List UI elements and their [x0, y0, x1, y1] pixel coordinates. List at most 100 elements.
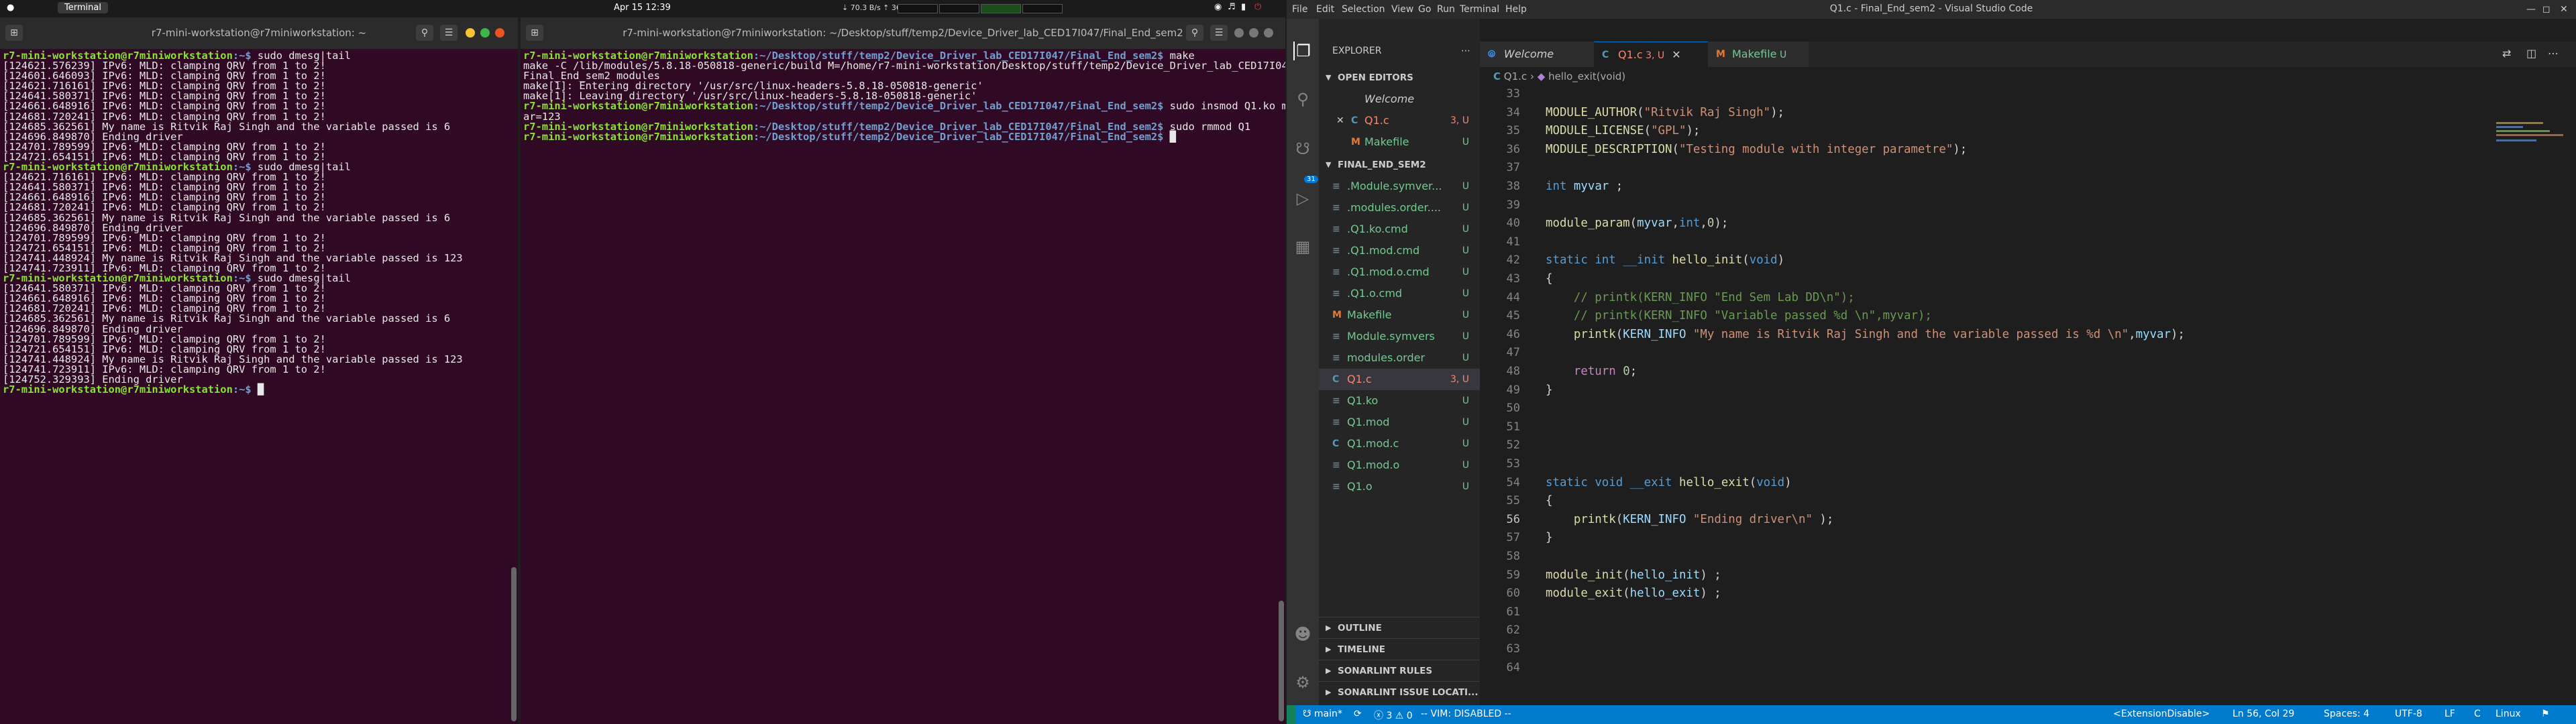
line-number: 60 [1506, 587, 1520, 601]
battery-icon[interactable]: ▮ [1241, 2, 1246, 12]
maximize-icon[interactable] [480, 28, 490, 38]
line-number: 53 [1506, 457, 1520, 471]
sidebar-section-sonarlint[interactable]: ▶ SONARLINT ISSUE LOCATI... [1319, 681, 1480, 703]
close-icon[interactable]: ✕ [1336, 110, 1344, 131]
code-editor[interactable]: 33 34 MODULE_AUTHOR("Ritvik Raj Singh"); 35… [1480, 86, 2576, 705]
line-number: 40 [1506, 217, 1520, 231]
net-graph [981, 4, 1021, 13]
file-tree-item[interactable]: C Q1.c 3, U [1319, 369, 1480, 390]
terminal-window-home[interactable]: ⊞ r7-mini-workstation@r7miniworkstation:… [0, 17, 518, 724]
file-tree-item[interactable]: ≡ Q1.o U [1319, 476, 1480, 497]
file-icon: ≡ [1332, 181, 1340, 192]
line-number: 51 [1506, 420, 1520, 434]
menu-icon[interactable]: ☰ [440, 25, 458, 41]
indentation[interactable]: Spaces: 4 [2324, 709, 2369, 719]
file-name: Q1.c [1347, 373, 1372, 385]
file-tree-item[interactable]: ≡ .Q1.mod.cmd U [1319, 240, 1480, 261]
git-status: 3, U [1450, 374, 1469, 385]
file-tree-item[interactable]: ≡ modules.order U [1319, 347, 1480, 369]
scrollbar[interactable] [1279, 601, 1284, 721]
source-control-icon[interactable]: ☋ [1293, 139, 1312, 158]
sidebar-section-sonarlint[interactable]: ▶ SONARLINT RULES [1319, 660, 1480, 681]
minimize-icon[interactable] [1234, 28, 1244, 38]
problems-indicator[interactable]: ⓧ 3 ⚠ 0 [1374, 709, 1413, 722]
line-number: 39 [1506, 198, 1520, 212]
minimize-icon[interactable]: — [2526, 4, 2536, 15]
sidebar-section-timeline[interactable]: ▶ TIMELINE [1319, 638, 1480, 660]
file-name: Q1.o [1347, 480, 1373, 493]
split-editor-icon[interactable]: ◫ [2526, 47, 2536, 60]
terminal-output[interactable]: r7-mini-workstation@r7miniworkstation:~/… [523, 50, 1285, 142]
open-editor-item[interactable]: M Makefile U [1319, 131, 1480, 153]
file-tree-item[interactable]: ≡ Q1.ko U [1319, 390, 1480, 412]
close-icon[interactable] [1264, 28, 1273, 38]
compare-icon[interactable]: ⇄ [2502, 47, 2511, 60]
minimap[interactable] [2496, 86, 2570, 153]
cursor-position[interactable]: Ln 56, Col 29 [2233, 709, 2294, 719]
explorer-icon[interactable]: ❐ [1293, 42, 1312, 60]
file-tree-item[interactable]: C Q1.mod.c U [1319, 433, 1480, 455]
file-tree-item[interactable]: M Makefile U [1319, 304, 1480, 326]
activities-button[interactable]: ● [7, 3, 14, 13]
os-indicator[interactable]: Linux [2496, 709, 2521, 719]
sync-button[interactable]: ⟳ [1354, 709, 1362, 719]
terminal-window-project[interactable]: ⊞ r7-mini-workstation@r7miniworkstation:… [521, 17, 1285, 724]
file-tree-item[interactable]: ≡ Q1.mod U [1319, 412, 1480, 433]
run-debug-icon[interactable]: ▷ [1293, 189, 1312, 208]
open-editor-item[interactable]: Welcome [1319, 88, 1480, 110]
code-line: return 0; [1573, 365, 1638, 378]
gear-icon[interactable]: ⚙ [1293, 673, 1312, 692]
clock[interactable]: Apr 15 12:39 [614, 3, 671, 13]
more-icon[interactable]: ⋯ [1461, 46, 1470, 56]
close-icon[interactable]: ✕ [1668, 48, 1680, 61]
scrollbar[interactable] [511, 567, 517, 721]
encoding[interactable]: UTF-8 [2395, 709, 2422, 719]
branch-indicator[interactable]: ☋ main* [1303, 709, 1342, 719]
file-tree-item[interactable]: ≡ .modules.order.... U [1319, 197, 1480, 219]
extension-status[interactable]: <ExtensionDisable> [2113, 709, 2210, 719]
search-icon[interactable]: ⚲ [1293, 90, 1312, 109]
maximize-icon[interactable] [1249, 28, 1258, 38]
breadcrumb-file[interactable]: Q1.c [1504, 70, 1527, 82]
file-name: .Q1.mod.o.cmd [1347, 265, 1430, 278]
tab-q1-c[interactable]: C Q1.c 3, U ✕ [1594, 42, 1708, 67]
file-tree-item[interactable]: ≡ .Module.symver... U [1319, 176, 1480, 197]
open-editor-item[interactable]: ✕ C Q1.c 3, U [1319, 110, 1480, 131]
tab-makefile[interactable]: M Makefile U [1708, 42, 1809, 67]
file-tree-item[interactable]: ≡ .Q1.o.cmd U [1319, 283, 1480, 304]
file-tree-item[interactable]: ≡ Module.symvers U [1319, 326, 1480, 347]
folder-header[interactable]: ▼ FINAL_END_SEM2 [1319, 154, 1480, 176]
sidebar-section-outline[interactable]: ▶ OUTLINE [1319, 617, 1480, 638]
account-icon[interactable]: ☻ [1293, 625, 1312, 644]
volume-icon[interactable]: ♬ [1228, 2, 1236, 12]
wifi-icon[interactable]: ◉ [1214, 2, 1222, 12]
file-tree-item[interactable]: ≡ Q1.mod.o U [1319, 455, 1480, 476]
language-mode[interactable]: C [2474, 709, 2481, 719]
breadcrumb-symbol[interactable]: hello_exit(void) [1548, 70, 1625, 82]
extensions-icon[interactable]: ▦ [1293, 237, 1312, 256]
close-icon[interactable]: ✕ [2560, 4, 2568, 15]
terminal-output[interactable]: r7-mini-workstation@r7miniworkstation:~$… [3, 50, 502, 395]
command-text: sudo insmod Q1.ko myv [1169, 100, 1285, 113]
file-name: Q1.mod [1347, 416, 1390, 428]
search-icon[interactable]: ⚲ [416, 25, 433, 41]
search-icon[interactable]: ⚲ [1186, 25, 1203, 41]
file-tree-item[interactable]: ≡ .Q1.ko.cmd U [1319, 219, 1480, 240]
minimize-icon[interactable] [466, 28, 475, 38]
code-line: // printk(KERN_INFO "Variable passed %d … [1573, 309, 1932, 323]
more-actions-icon[interactable]: ⋯ [2548, 47, 2559, 60]
eol[interactable]: LF [2445, 709, 2455, 719]
command-text: sudo rmmod Q1 [1169, 120, 1251, 133]
power-icon[interactable]: ⏻ [1254, 2, 1261, 12]
file-tree-item[interactable]: ≡ .Q1.mod.o.cmd U [1319, 261, 1480, 283]
close-icon[interactable] [495, 28, 504, 38]
line-number: 63 [1506, 642, 1520, 656]
remote-indicator[interactable] [1287, 705, 1296, 724]
app-menu[interactable]: Terminal [58, 2, 108, 13]
code-line: int myvar ; [1546, 180, 1623, 193]
tab-welcome[interactable]: ⦾ Welcome [1480, 42, 1594, 67]
open-editors-header[interactable]: ▼ OPEN EDITORS [1319, 67, 1480, 88]
maximize-icon[interactable]: ◻ [2542, 4, 2551, 15]
notifications-icon[interactable]: ⚑ [2541, 709, 2550, 719]
menu-icon[interactable]: ☰ [1210, 25, 1228, 41]
